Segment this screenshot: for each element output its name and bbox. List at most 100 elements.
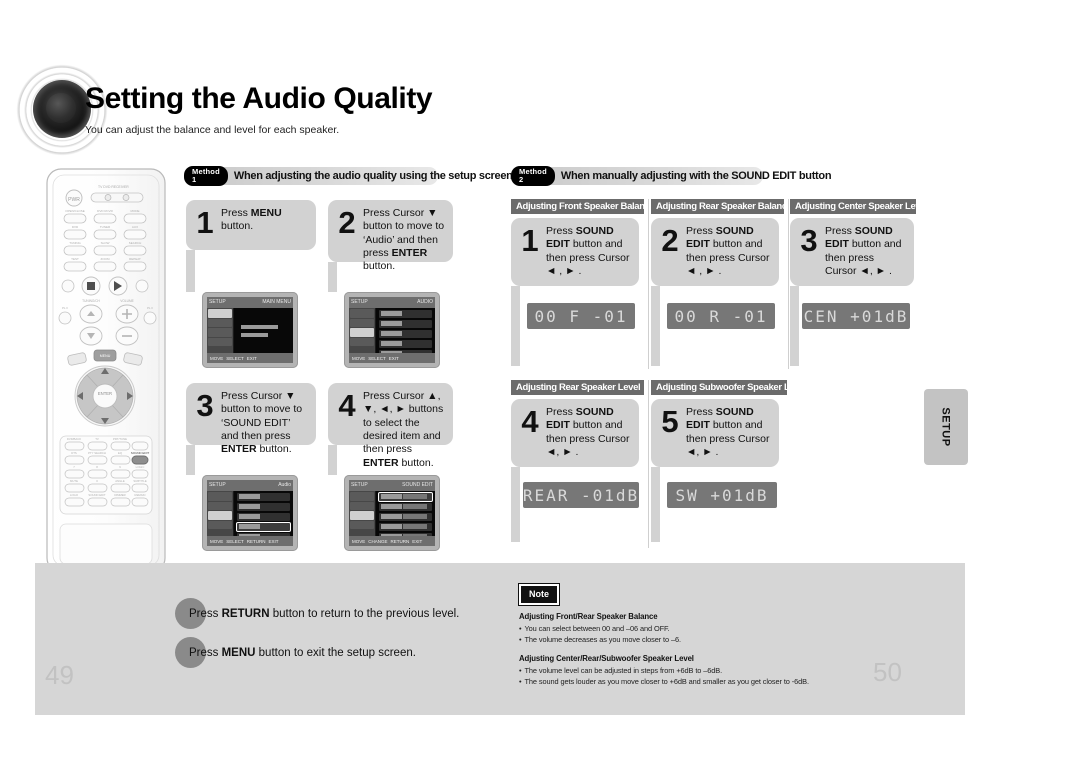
osd-side-item	[350, 492, 374, 501]
setup-side-tab[interactable]: SETUP	[924, 389, 968, 465]
osd-statusbar: MOVE CHANGE RETURN EXIT	[349, 536, 435, 546]
step-number: 4	[338, 388, 356, 423]
osd-side-item	[350, 511, 374, 520]
osd-menu-row	[379, 330, 432, 338]
svg-text:DVD RCVR: DVD RCVR	[97, 209, 114, 213]
step-bubble: 2 Press SOUND EDIT button and then press…	[651, 218, 779, 286]
osd-content	[376, 308, 435, 358]
tv-screen: SETUP Audio MOVE SELECT RETURN EXIT	[207, 480, 293, 546]
osd-title-right: MAIN MENU	[262, 299, 291, 305]
step-bubble: 3 Press SOUND EDIT button and then press…	[790, 218, 914, 286]
footer-bullet-text: Press RETURN button to return to the pre…	[189, 607, 460, 620]
svg-text:SOUND EDIT: SOUND EDIT	[131, 451, 150, 455]
note-item: You can select between 00 and –06 and OF…	[519, 624, 849, 633]
osd-side-item	[208, 520, 232, 530]
osd-statusbar: MOVE SELECT RETURN EXIT	[207, 536, 293, 546]
svg-text:TUNING: TUNING	[69, 241, 81, 245]
tv-frame: SETUP Audio MOVE SELECT RETURN EXIT	[202, 475, 298, 551]
osd-side-item	[208, 337, 232, 347]
setup-tab-label: SETUP	[940, 407, 952, 447]
osd-title-left: SETUP	[351, 482, 368, 488]
osd-hint: CHANGE	[368, 538, 388, 544]
step-connector	[328, 262, 337, 292]
svg-text:ANGLE: ANGLE	[115, 479, 125, 483]
svg-text:SLOW: SLOW	[101, 241, 110, 245]
method2-header: Method 2 When manually adjusting with th…	[511, 166, 832, 186]
svg-text:AUX: AUX	[132, 225, 138, 229]
osd-hint: SELECT	[226, 538, 244, 544]
osd-sidebar	[207, 491, 233, 536]
step-number: 3	[196, 388, 214, 423]
lcd-display: CEN +01dB	[802, 303, 910, 329]
osd-menu-row	[379, 320, 432, 328]
svg-text:ZOOM: ZOOM	[101, 257, 110, 261]
osd-hint: EXIT	[412, 538, 423, 544]
step-connector	[651, 286, 660, 366]
osd-row-label	[381, 321, 403, 326]
svg-text:LOGIC: LOGIC	[136, 465, 145, 469]
osd-titlebar: SETUP Audio	[207, 480, 293, 491]
step-text: Press Cursor ▼ button to move to ‘Audio’…	[363, 207, 445, 273]
svg-text:PL II: PL II	[62, 306, 68, 310]
footer-bullet-2: Press MENU button to exit the setup scre…	[175, 637, 416, 668]
note-box: Note Adjusting Front/Rear Speaker Balanc…	[518, 583, 849, 686]
step-text: Press SOUND EDIT button and then press C…	[686, 406, 770, 458]
remote-control-illustration: PWR TV DVD RECEIVER OPEN/CLOSE DVD RCVR …	[46, 168, 166, 573]
note-item: The volume level can be adjusted in step…	[519, 666, 849, 675]
note-group-heading: Adjusting Front/Rear Speaker Balance	[519, 612, 658, 621]
step-number: 3	[800, 223, 818, 258]
step-screenshot: SETUP Audio MOVE SELECT RETURN EXIT	[202, 475, 298, 551]
step-number: 2	[338, 205, 356, 240]
osd-content	[376, 491, 435, 541]
osd-hint: EXIT	[388, 355, 399, 361]
osd-side-item	[208, 309, 232, 318]
osd-hint: RETURN	[390, 538, 410, 544]
svg-text:TV DVD RECEIVER: TV DVD RECEIVER	[98, 185, 129, 189]
osd-message-line	[241, 325, 278, 330]
note-item: The volume decreases as you move closer …	[519, 635, 849, 644]
osd-row-label	[381, 524, 403, 529]
step-bubble: 1 Press SOUND EDIT button and then press…	[511, 218, 639, 286]
osd-side-item	[208, 328, 232, 337]
svg-text:DIMMER: DIMMER	[114, 493, 125, 497]
tv-frame: SETUP SOUND EDIT MOVE CHANGE RETURN EXIT	[344, 475, 440, 551]
osd-side-item	[350, 337, 374, 347]
osd-row-label	[239, 504, 261, 509]
page-number-right: 50	[873, 657, 902, 687]
osd-menu-row	[237, 503, 290, 511]
step-text: Press SOUND EDIT button and then press C…	[686, 225, 770, 277]
svg-text:SUBTITLE: SUBTITLE	[133, 479, 147, 483]
osd-content	[234, 308, 293, 353]
speaker-dustcap-icon	[46, 93, 76, 123]
osd-side-item	[208, 492, 232, 501]
osd-sidebar	[349, 308, 375, 353]
svg-text:DVD/BACK: DVD/BACK	[67, 437, 81, 441]
osd-slider	[403, 514, 427, 519]
osd-menu-row	[237, 513, 290, 521]
svg-text:TUNER: TUNER	[100, 225, 111, 229]
step-number: 1	[196, 205, 214, 240]
note-group-heading: Adjusting Center/Rear/Subwoofer Speaker …	[519, 654, 694, 663]
osd-side-item	[208, 501, 232, 511]
footer-bullet-1: Press RETURN button to return to the pre…	[175, 598, 459, 629]
step-connector	[790, 286, 799, 366]
osd-sidebar	[349, 491, 375, 536]
osd-row-label	[381, 494, 403, 499]
step-text: Press Cursor ▲, ▼, ◄, ► buttons to selec…	[363, 390, 444, 469]
osd-menu-row	[379, 310, 432, 318]
step-number: 4	[521, 404, 539, 439]
step-bubble: 4 Press Cursor ▲, ▼, ◄, ► buttons to sel…	[328, 383, 453, 469]
osd-titlebar: SETUP MAIN MENU	[207, 297, 293, 308]
remote-control-svg: PWR TV DVD RECEIVER OPEN/CLOSE DVD RCVR …	[46, 168, 166, 573]
step-bubble: 4 Press SOUND EDIT button and then press…	[511, 399, 639, 467]
svg-text:TEST: TEST	[71, 257, 79, 261]
osd-sidebar	[207, 308, 233, 353]
osd-row-label	[239, 514, 261, 519]
step-screenshot: SETUP MAIN MENU MOVE SELECT EXIT	[202, 292, 298, 368]
svg-text:MUTE: MUTE	[70, 479, 78, 483]
tv-screen: SETUP MAIN MENU MOVE SELECT EXIT	[207, 297, 293, 363]
svg-text:REPEAT: REPEAT	[129, 257, 141, 261]
step-text: Press MENU button.	[221, 207, 282, 233]
method1-tag: Method 1	[184, 166, 228, 186]
osd-hint: EXIT	[268, 538, 279, 544]
